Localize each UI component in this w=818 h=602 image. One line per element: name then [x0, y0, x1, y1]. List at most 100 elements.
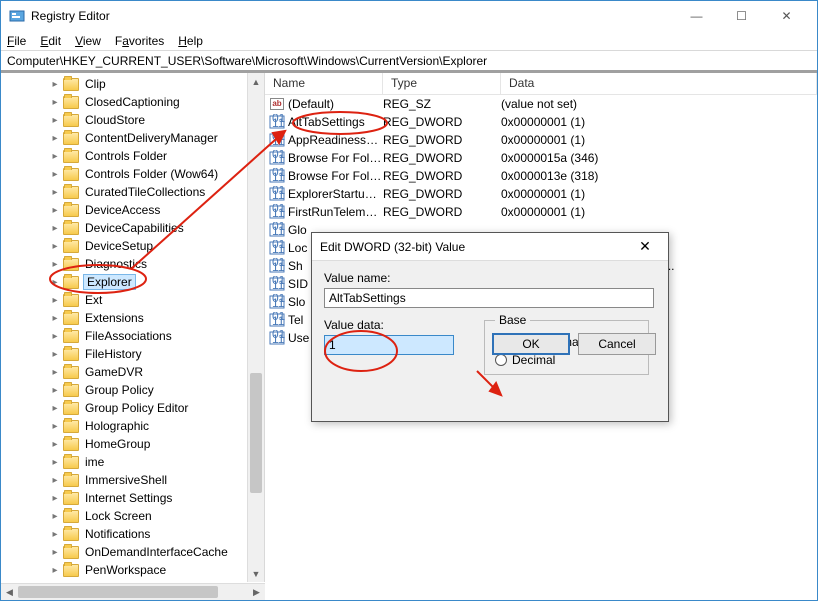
tree-vscroll[interactable]: ▲ ▼ — [247, 73, 264, 582]
list-row[interactable]: 011110FirstRunTelemet...REG_DWORD0x00000… — [265, 203, 817, 221]
tree-item[interactable]: ▸Lock Screen — [1, 507, 264, 525]
tree-item[interactable]: ▸CuratedTileCollections — [1, 183, 264, 201]
value-name-input[interactable] — [324, 288, 654, 308]
chevron-right-icon[interactable]: ▸ — [49, 133, 61, 144]
chevron-right-icon[interactable]: ▸ — [49, 205, 61, 216]
chevron-right-icon[interactable]: ▸ — [49, 475, 61, 486]
tree-item-label: Ext — [83, 293, 104, 307]
chevron-right-icon[interactable]: ▸ — [49, 151, 61, 162]
minimize-button[interactable]: — — [674, 2, 719, 30]
tree-item[interactable]: ▸Internet Settings — [1, 489, 264, 507]
chevron-right-icon[interactable]: ▸ — [49, 187, 61, 198]
reg-binary-icon: 011110 — [269, 222, 285, 238]
menu-view[interactable]: View — [75, 34, 101, 48]
scroll-left-icon[interactable]: ◀ — [1, 587, 18, 598]
col-data[interactable]: Data — [501, 73, 817, 94]
svg-text:110: 110 — [272, 188, 285, 202]
chevron-right-icon[interactable]: ▸ — [49, 565, 61, 576]
col-type[interactable]: Type — [383, 73, 501, 94]
tree-item[interactable]: ▸DeviceSetup — [1, 237, 264, 255]
menu-help[interactable]: Help — [178, 34, 203, 48]
menu-edit[interactable]: Edit — [40, 34, 61, 48]
tree-item[interactable]: ▸Holographic — [1, 417, 264, 435]
tree-item[interactable]: ▸Clip — [1, 75, 264, 93]
maximize-button[interactable]: ☐ — [719, 2, 764, 30]
scroll-up-icon[interactable]: ▲ — [248, 73, 264, 90]
chevron-right-icon[interactable]: ▸ — [49, 529, 61, 540]
chevron-right-icon[interactable]: ▸ — [49, 367, 61, 378]
chevron-right-icon[interactable]: ▸ — [49, 169, 61, 180]
chevron-right-icon[interactable]: ▸ — [49, 313, 61, 324]
tree-hscroll[interactable]: ◀ ▶ — [1, 583, 265, 600]
menu-favorites[interactable]: Favorites — [115, 34, 164, 48]
chevron-right-icon[interactable]: ▸ — [49, 403, 61, 414]
scroll-thumb[interactable] — [250, 373, 262, 493]
chevron-right-icon[interactable]: ▸ — [49, 259, 61, 270]
chevron-right-icon[interactable]: ▸ — [49, 79, 61, 90]
tree-item[interactable]: ▸ Ext — [1, 291, 264, 309]
tree-item[interactable]: ▸ClosedCaptioning — [1, 93, 264, 111]
chevron-right-icon[interactable]: ▸ — [49, 385, 61, 396]
tree-item[interactable]: ▸HomeGroup — [1, 435, 264, 453]
folder-icon — [63, 312, 79, 325]
col-name[interactable]: Name — [265, 73, 383, 94]
reg-binary-icon: 011110 — [269, 258, 285, 274]
list-row[interactable]: 011110ExplorerStartupT...REG_DWORD0x0000… — [265, 185, 817, 203]
tree-item[interactable]: ▸GameDVR — [1, 363, 264, 381]
chevron-right-icon[interactable]: ▸ — [49, 331, 61, 342]
scroll-right-icon[interactable]: ▶ — [248, 587, 265, 598]
chevron-right-icon[interactable]: ▸ — [49, 115, 61, 126]
dialog-close-button[interactable]: ✕ — [630, 238, 660, 255]
menu-file[interactable]: File — [7, 34, 26, 48]
row-type: REG_DWORD — [383, 151, 501, 165]
ok-button[interactable]: OK — [492, 333, 570, 355]
tree-item[interactable]: ▸OnDemandInterfaceCache — [1, 543, 264, 561]
tree-item[interactable]: ▸ImmersiveShell — [1, 471, 264, 489]
chevron-right-icon[interactable]: ▸ — [49, 241, 61, 252]
tree-item[interactable]: ▸PenWorkspace — [1, 561, 264, 579]
list-row[interactable]: 011110AppReadinessLo...REG_DWORD0x000000… — [265, 131, 817, 149]
chevron-right-icon[interactable]: ▸ — [49, 457, 61, 468]
tree-item[interactable]: ▸FileAssociations — [1, 327, 264, 345]
address-bar[interactable]: Computer\HKEY_CURRENT_USER\Software\Micr… — [1, 51, 817, 73]
chevron-right-icon[interactable]: ▸ — [49, 295, 61, 306]
reg-binary-icon: 011110 — [269, 276, 285, 292]
list-row[interactable]: ab(Default)REG_SZ(value not set) — [265, 95, 817, 113]
tree-item[interactable]: ▸Extensions — [1, 309, 264, 327]
radio-dec[interactable] — [495, 354, 507, 366]
tree-item-label: DeviceCapabilities — [83, 221, 186, 235]
chevron-right-icon[interactable]: ▸ — [49, 349, 61, 360]
scroll-down-icon[interactable]: ▼ — [248, 565, 264, 582]
tree-item[interactable]: ▸Explorer — [1, 273, 264, 291]
tree-item[interactable]: ▸ime — [1, 453, 264, 471]
tree-item[interactable]: ▸Controls Folder (Wow64) — [1, 165, 264, 183]
tree-item[interactable]: ▸Group Policy Editor — [1, 399, 264, 417]
chevron-right-icon[interactable]: ▸ — [49, 277, 61, 288]
hscroll-thumb[interactable] — [18, 586, 218, 598]
value-data-input[interactable] — [324, 335, 454, 355]
row-type: REG_DWORD — [383, 169, 501, 183]
tree-item[interactable]: ▸ DeviceCapabilities — [1, 219, 264, 237]
close-button[interactable]: ✕ — [764, 2, 809, 30]
window-title: Registry Editor — [31, 9, 674, 23]
chevron-right-icon[interactable]: ▸ — [49, 439, 61, 450]
chevron-right-icon[interactable]: ▸ — [49, 223, 61, 234]
tree-item[interactable]: ▸FileHistory — [1, 345, 264, 363]
tree-item[interactable]: ▸CloudStore — [1, 111, 264, 129]
chevron-right-icon[interactable]: ▸ — [49, 547, 61, 558]
tree-item[interactable]: ▸Notifications — [1, 525, 264, 543]
folder-icon — [63, 438, 79, 451]
chevron-right-icon[interactable]: ▸ — [49, 97, 61, 108]
cancel-button[interactable]: Cancel — [578, 333, 656, 355]
list-row[interactable]: 011110AltTabSettingsREG_DWORD0x00000001 … — [265, 113, 817, 131]
list-row[interactable]: 011110Browse For Fold...REG_DWORD0x00000… — [265, 167, 817, 185]
tree-item[interactable]: ▸DeviceAccess — [1, 201, 264, 219]
list-row[interactable]: 011110Browse For Fold...REG_DWORD0x00000… — [265, 149, 817, 167]
chevron-right-icon[interactable]: ▸ — [49, 421, 61, 432]
chevron-right-icon[interactable]: ▸ — [49, 493, 61, 504]
tree-item[interactable]: ▸ContentDeliveryManager — [1, 129, 264, 147]
tree-item[interactable]: ▸Diagnostics — [1, 255, 264, 273]
chevron-right-icon[interactable]: ▸ — [49, 511, 61, 522]
tree-item[interactable]: ▸Controls Folder — [1, 147, 264, 165]
tree-item[interactable]: ▸Group Policy — [1, 381, 264, 399]
